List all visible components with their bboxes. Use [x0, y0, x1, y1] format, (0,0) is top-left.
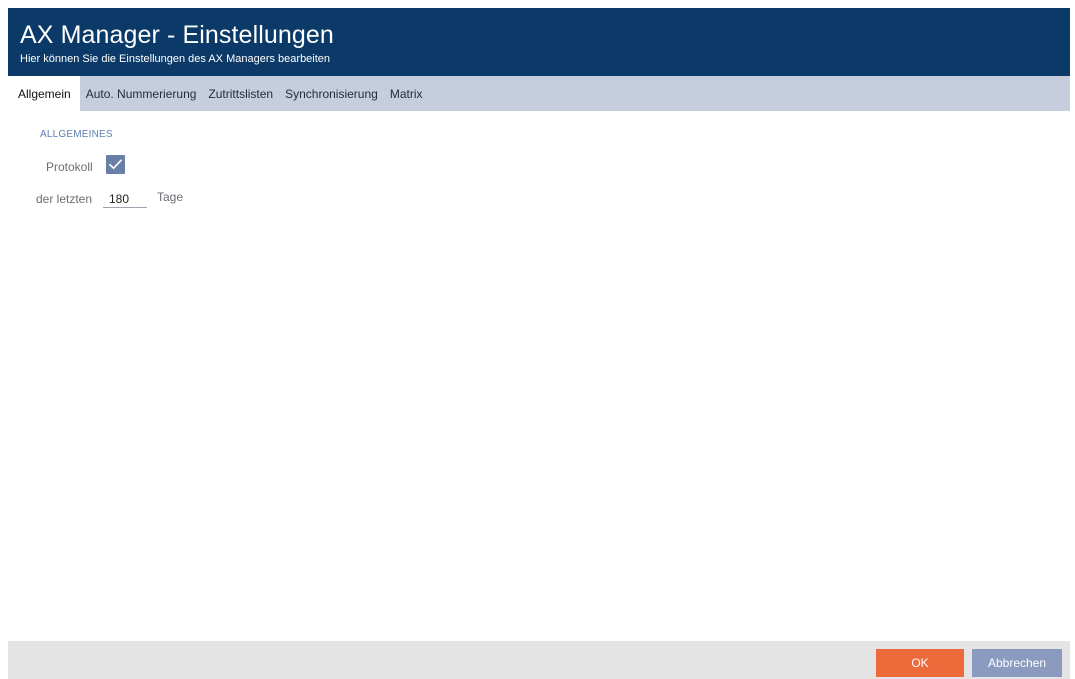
tab-synchronisierung[interactable]: Synchronisierung — [279, 76, 384, 111]
tab-allgemein[interactable]: Allgemein — [8, 76, 80, 111]
days-input[interactable] — [103, 186, 147, 208]
cancel-button[interactable]: Abbrechen — [972, 649, 1062, 677]
tab-matrix[interactable]: Matrix — [384, 76, 429, 111]
ok-button[interactable]: OK — [876, 649, 964, 677]
protokoll-label: Protokoll — [46, 160, 93, 174]
page-title: AX Manager - Einstellungen — [20, 21, 334, 49]
settings-window: AX Manager - Einstellungen Hier können S… — [0, 0, 1075, 679]
tab-auto-nummerierung[interactable]: Auto. Nummerierung — [80, 76, 203, 111]
page-subtitle: Hier können Sie die Einstellungen des AX… — [20, 53, 331, 65]
checkmark-icon — [109, 159, 122, 170]
tab-zutrittslisten[interactable]: Zutrittslisten — [202, 76, 279, 111]
days-suffix-label: Tage — [157, 190, 184, 204]
protokoll-checkbox[interactable] — [106, 155, 125, 174]
section-title-allgemeines: ALLGEMEINES — [40, 129, 113, 140]
days-prefix-label: der letzten — [36, 192, 93, 206]
window-header: AX Manager - Einstellungen Hier können S… — [8, 8, 1070, 76]
tab-bar: Allgemein Auto. Nummerierung Zutrittslis… — [8, 76, 1070, 111]
